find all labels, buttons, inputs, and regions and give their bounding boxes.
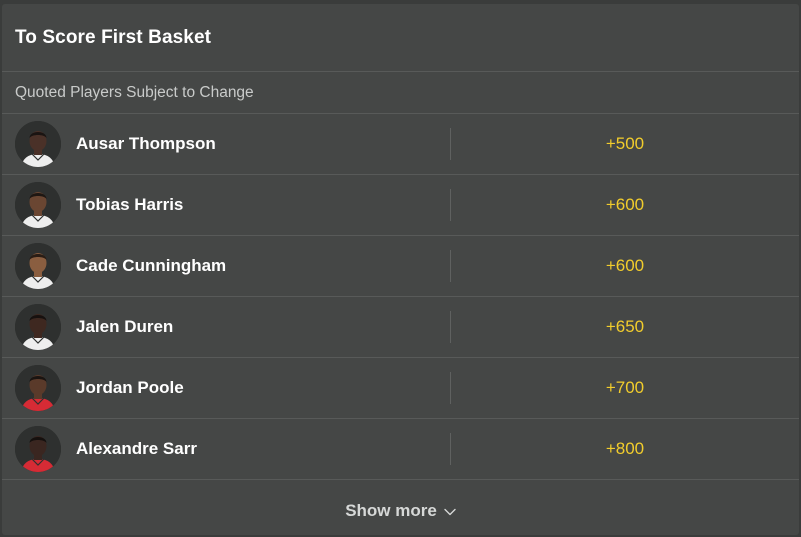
player-avatar (15, 182, 61, 228)
market-subtitle: Quoted Players Subject to Change (15, 83, 254, 101)
list-footer: Show more (2, 487, 799, 535)
player-name: Jordan Poole (76, 378, 184, 397)
market-subheader: Quoted Players Subject to Change (2, 72, 799, 114)
odds-button[interactable]: +650 (451, 317, 799, 337)
player-row: Tobias Harris +600 (2, 175, 799, 236)
odds-button[interactable]: +600 (451, 195, 799, 215)
player-name: Alexandre Sarr (76, 439, 197, 458)
odds-button[interactable]: +800 (451, 439, 799, 459)
player-row: Cade Cunningham +600 (2, 236, 799, 297)
player-row: Ausar Thompson +500 (2, 114, 799, 175)
player-row: Jordan Poole +700 (2, 358, 799, 419)
market-header: To Score First Basket (2, 4, 799, 72)
show-more-button[interactable]: Show more (345, 501, 456, 521)
chevron-down-icon (444, 501, 456, 521)
player-avatar (15, 121, 61, 167)
player-name: Jalen Duren (76, 317, 174, 336)
player-avatar (15, 243, 61, 289)
player-avatar (15, 426, 61, 472)
player-row: Alexandre Sarr +800 (2, 419, 799, 480)
first-basket-market-panel: To Score First Basket Quoted Players Sub… (2, 4, 799, 535)
show-more-label: Show more (345, 501, 437, 520)
player-row: Jalen Duren +650 (2, 297, 799, 358)
player-list: Ausar Thompson +500 Tobias Harris +600 C… (2, 114, 799, 480)
market-title: To Score First Basket (15, 26, 212, 48)
odds-button[interactable]: +700 (451, 378, 799, 398)
player-name: Ausar Thompson (76, 134, 216, 153)
odds-button[interactable]: +600 (451, 256, 799, 276)
odds-button[interactable]: +500 (451, 134, 799, 154)
player-avatar (15, 365, 61, 411)
player-name: Cade Cunningham (76, 256, 227, 275)
player-name: Tobias Harris (76, 195, 184, 214)
player-avatar (15, 304, 61, 350)
